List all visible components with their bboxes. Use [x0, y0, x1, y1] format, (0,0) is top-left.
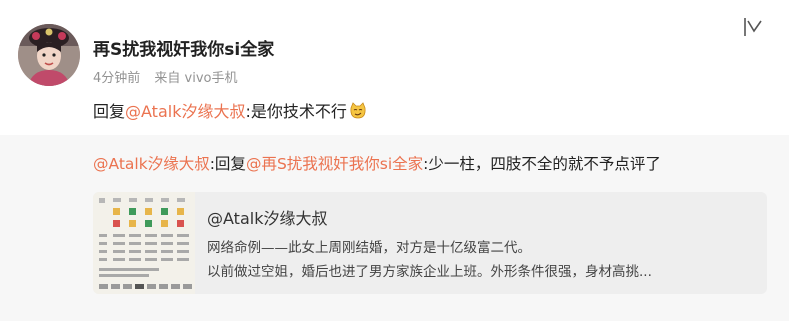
- quoted-comment-text: @Atalk汐缘大叔:回复@再S扰我视奸我你si全家:少一柱，四肢不全的就不予点…: [93, 152, 661, 174]
- reply-prefix: 回复: [93, 102, 126, 121]
- weibo-comment: 再S扰我视奸我你si全家 4分钟前 来自 vivo手机 回复@Atalk汐缘大叔…: [0, 0, 789, 321]
- reply-mention-link[interactable]: @Atalk汐缘大叔: [125, 102, 245, 121]
- card-summary-line-2: 以前做过空姐，婚后也进了男方家族企业上班。外形条件很强，身材高挑...: [207, 264, 652, 280]
- post-time: 4分钟前: [93, 71, 141, 86]
- card-summary-line-1: 网络命例——此女上周刚结婚，对方是十亿级富二代。: [207, 240, 531, 256]
- quoted-author-link[interactable]: @Atalk汐缘大叔: [93, 155, 210, 173]
- username[interactable]: 再S扰我视奸我你si全家: [93, 35, 274, 60]
- reply-body: :是你技术不行: [245, 102, 347, 121]
- post-thumbnail[interactable]: [93, 192, 195, 294]
- smirk-cat-icon: [349, 102, 367, 120]
- original-post-card[interactable]: @Atalk汐缘大叔 网络命例——此女上周刚结婚，对方是十亿级富二代。 以前做过…: [93, 192, 767, 294]
- post-meta: 4分钟前 来自 vivo手机: [93, 67, 238, 86]
- quoted-comment[interactable]: @Atalk汐缘大叔:回复@再S扰我视奸我你si全家:少一柱，四肢不全的就不予点…: [0, 135, 789, 321]
- comment-text: 回复@Atalk汐缘大叔:是你技术不行: [93, 98, 367, 122]
- avatar-image: [18, 24, 80, 86]
- chevron-down-icon[interactable]: [743, 16, 763, 38]
- post-source: 来自 vivo手机: [154, 71, 238, 86]
- avatar[interactable]: [18, 24, 80, 86]
- quoted-sep: :回复: [209, 155, 246, 173]
- card-author: @Atalk汐缘大叔: [207, 209, 328, 228]
- quoted-body: :少一柱，四肢不全的就不予点评了: [423, 155, 661, 173]
- quoted-target-link[interactable]: @再S扰我视奸我你si全家: [246, 155, 423, 173]
